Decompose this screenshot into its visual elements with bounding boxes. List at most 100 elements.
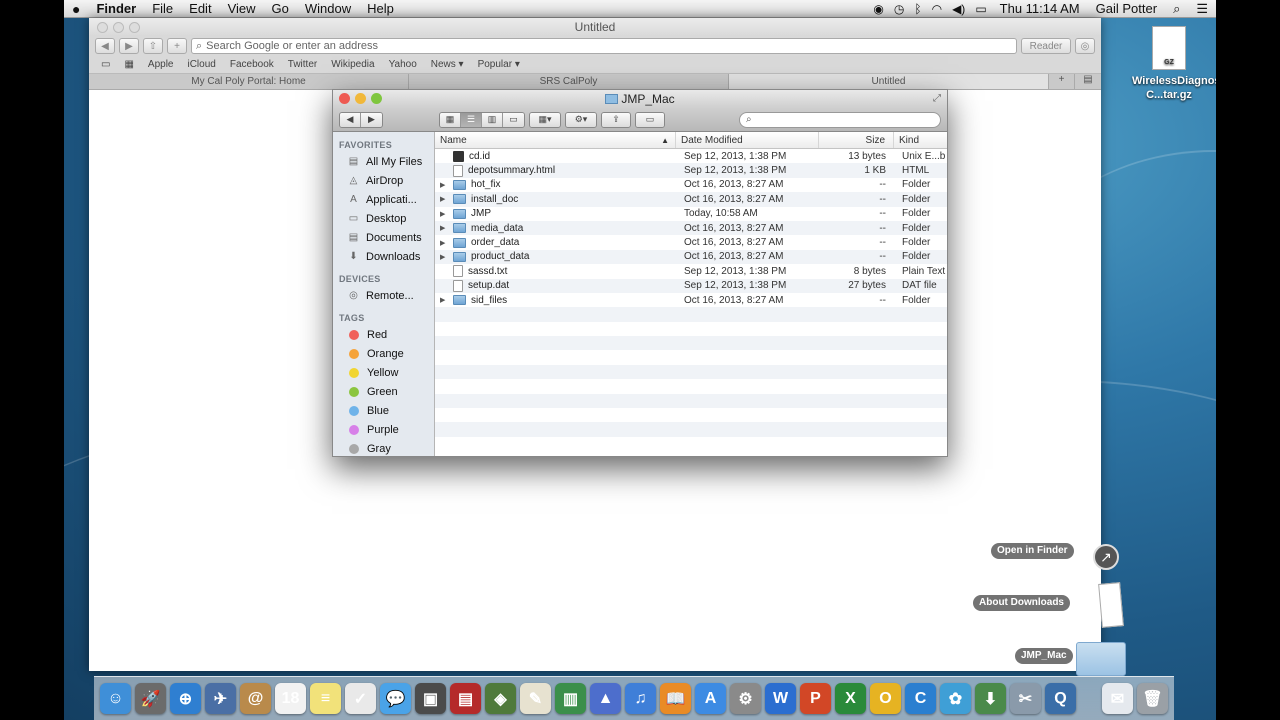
reader-button[interactable]: Reader: [1021, 38, 1071, 54]
bookmark-facebook[interactable]: Facebook: [224, 59, 280, 70]
record-icon[interactable]: ◉: [868, 2, 888, 16]
dock-textedit-icon[interactable]: ✎: [520, 683, 551, 714]
bookmark-apple[interactable]: Apple: [142, 59, 180, 70]
dock-launchpad-icon[interactable]: 🚀: [135, 683, 166, 714]
menu-file[interactable]: File: [144, 1, 181, 16]
menu-user[interactable]: Gail Potter: [1088, 1, 1165, 16]
dock-ibooks-icon[interactable]: 📖: [660, 683, 691, 714]
dock-downloader-icon[interactable]: ⬇: [975, 683, 1006, 714]
dock-iphoto-icon[interactable]: ◈: [485, 683, 516, 714]
dock-keynote-icon[interactable]: ▲: [590, 683, 621, 714]
dock-photo-booth-icon[interactable]: ▤: [450, 683, 481, 714]
file-row[interactable]: ▶ media_data Oct 16, 2013, 8:27 AM -- Folder: [435, 220, 947, 236]
file-row[interactable]: ▶ JMP Today, 10:58 AM -- Folder: [435, 207, 947, 221]
top-sites-icon[interactable]: ▦: [118, 59, 139, 70]
reading-list-icon[interactable]: ▭: [95, 59, 116, 70]
spotlight-icon[interactable]: ⌕: [1165, 1, 1188, 17]
sidebar-tag-green[interactable]: Green: [333, 382, 434, 401]
dock-quicktime-icon[interactable]: Q: [1045, 683, 1076, 714]
cover-flow-button[interactable]: ▭: [503, 112, 524, 127]
dock-app-store-icon[interactable]: A: [695, 683, 726, 714]
action-button[interactable]: ⚙▾: [565, 111, 597, 128]
column-view-button[interactable]: ▥: [482, 112, 503, 127]
disclosure-triangle-icon[interactable]: ▶: [440, 239, 448, 247]
file-row[interactable]: ▶ install_doc Oct 16, 2013, 8:27 AM -- Folde…: [435, 192, 947, 207]
search-field[interactable]: ⌕: [739, 111, 941, 128]
dock-itunes-icon[interactable]: ♫: [625, 683, 656, 714]
dock-preview-icon[interactable]: ✈: [205, 683, 236, 714]
minimize-icon[interactable]: [355, 93, 366, 104]
list-view-button[interactable]: ☰: [461, 112, 482, 127]
sidebar-item-documents[interactable]: ▤ Documents: [333, 228, 434, 247]
dock-contacts-icon[interactable]: @: [240, 683, 271, 714]
bookmark-icloud[interactable]: iCloud: [181, 59, 221, 70]
tab-cal-poly-portal[interactable]: My Cal Poly Portal: Home: [89, 74, 409, 89]
bookmark-twitter[interactable]: Twitter: [282, 59, 323, 70]
close-icon[interactable]: [339, 93, 350, 104]
time-machine-icon[interactable]: ◷: [889, 2, 909, 16]
share-button[interactable]: ⇪: [601, 111, 631, 128]
dock-notes-icon[interactable]: ≡: [310, 683, 341, 714]
file-row[interactable]: depotsummary.html Sep 12, 2013, 1:38 PM 1 …: [435, 163, 947, 178]
sidebar-tag-blue[interactable]: Blue: [333, 401, 434, 420]
disclosure-triangle-icon[interactable]: ▶: [440, 253, 448, 261]
sidebar-tag-gray[interactable]: Gray: [333, 439, 434, 456]
file-row[interactable]: ▶ product_data Oct 16, 2013, 8:27 AM -- Fold…: [435, 249, 947, 265]
bookmark-news[interactable]: News ▾: [425, 59, 470, 70]
bluetooth-icon[interactable]: ᛒ: [909, 2, 926, 16]
menu-edit[interactable]: Edit: [181, 1, 219, 16]
column-date-modified[interactable]: Date Modified: [676, 132, 819, 148]
file-row[interactable]: cd.id Sep 12, 2013, 1:38 PM 13 bytes Unix E…: [435, 149, 947, 163]
disclosure-triangle-icon[interactable]: ▶: [440, 181, 448, 189]
sidebar-tag-yellow[interactable]: Yellow: [333, 363, 434, 382]
bookmark-wikipedia[interactable]: Wikipedia: [325, 59, 380, 70]
forward-button[interactable]: ▶: [119, 38, 139, 54]
dock-numbers-icon[interactable]: ▥: [555, 683, 586, 714]
back-button[interactable]: ◀: [340, 112, 361, 127]
file-row[interactable]: setup.dat Sep 12, 2013, 1:38 PM 27 bytes DA…: [435, 278, 947, 293]
minimize-icon[interactable]: [113, 22, 124, 33]
dock-lync-icon[interactable]: C: [905, 683, 936, 714]
dock-calendar-icon[interactable]: 18: [275, 683, 306, 714]
tab-overview-icon[interactable]: ▤: [1075, 74, 1101, 89]
sidebar-tag-purple[interactable]: Purple: [333, 420, 434, 439]
share-button[interactable]: ⇧: [143, 38, 163, 54]
disclosure-triangle-icon[interactable]: ▶: [440, 195, 448, 203]
sidebar-item-desktop[interactable]: ▭ Desktop: [333, 209, 434, 228]
dock-system-preferences-icon[interactable]: ⚙: [730, 683, 761, 714]
dock-facetime-icon[interactable]: ▣: [415, 683, 446, 714]
wifi-icon[interactable]: ◠: [927, 2, 947, 16]
back-button[interactable]: ◀: [95, 38, 115, 54]
column-kind[interactable]: Kind: [894, 132, 947, 148]
sidebar-item-applications[interactable]: A Applicati...: [333, 190, 434, 209]
zoom-icon[interactable]: [129, 22, 140, 33]
dock-messenger-icon[interactable]: ✿: [940, 683, 971, 714]
sidebar-tag-orange[interactable]: Orange: [333, 344, 434, 363]
open-in-finder-icon[interactable]: ↗: [1093, 544, 1119, 570]
forward-button[interactable]: ▶: [361, 112, 382, 127]
tab-srs-calpoly[interactable]: SRS CalPoly: [409, 74, 729, 89]
sidebar-item-downloads[interactable]: ⬇ Downloads: [333, 247, 434, 266]
menu-go[interactable]: Go: [264, 1, 297, 16]
apple-menu-icon[interactable]: ●: [64, 1, 88, 17]
tags-button[interactable]: ▭: [635, 111, 665, 128]
sidebar-item-airdrop[interactable]: ◬ AirDrop: [333, 171, 434, 190]
jmp-mac-stack-label[interactable]: JMP_Mac: [1015, 648, 1073, 664]
close-icon[interactable]: [97, 22, 108, 33]
dock-word-icon[interactable]: W: [765, 683, 796, 714]
new-tab-button[interactable]: +: [167, 38, 187, 54]
menu-app-name[interactable]: Finder: [88, 1, 144, 16]
menu-clock[interactable]: Thu 11:14 AM: [992, 1, 1088, 16]
address-bar[interactable]: ⌕ Search Google or enter an address: [191, 38, 1017, 54]
file-row[interactable]: ▶ order_data Oct 16, 2013, 8:27 AM -- Folder: [435, 235, 947, 249]
dock-excel-icon[interactable]: X: [835, 683, 866, 714]
dock-trash-icon[interactable]: 🗑: [1137, 683, 1168, 714]
fullscreen-icon[interactable]: ⤢: [933, 90, 941, 108]
tab-untitled[interactable]: Untitled: [729, 74, 1049, 89]
column-size[interactable]: Size: [819, 132, 894, 148]
zoom-icon[interactable]: [371, 93, 382, 104]
dock-finder-icon[interactable]: ☺: [100, 683, 131, 714]
arrange-button[interactable]: ▦▾: [529, 111, 561, 128]
bookmark-popular[interactable]: Popular ▾: [472, 59, 526, 70]
dock-powerpoint-icon[interactable]: P: [800, 683, 831, 714]
